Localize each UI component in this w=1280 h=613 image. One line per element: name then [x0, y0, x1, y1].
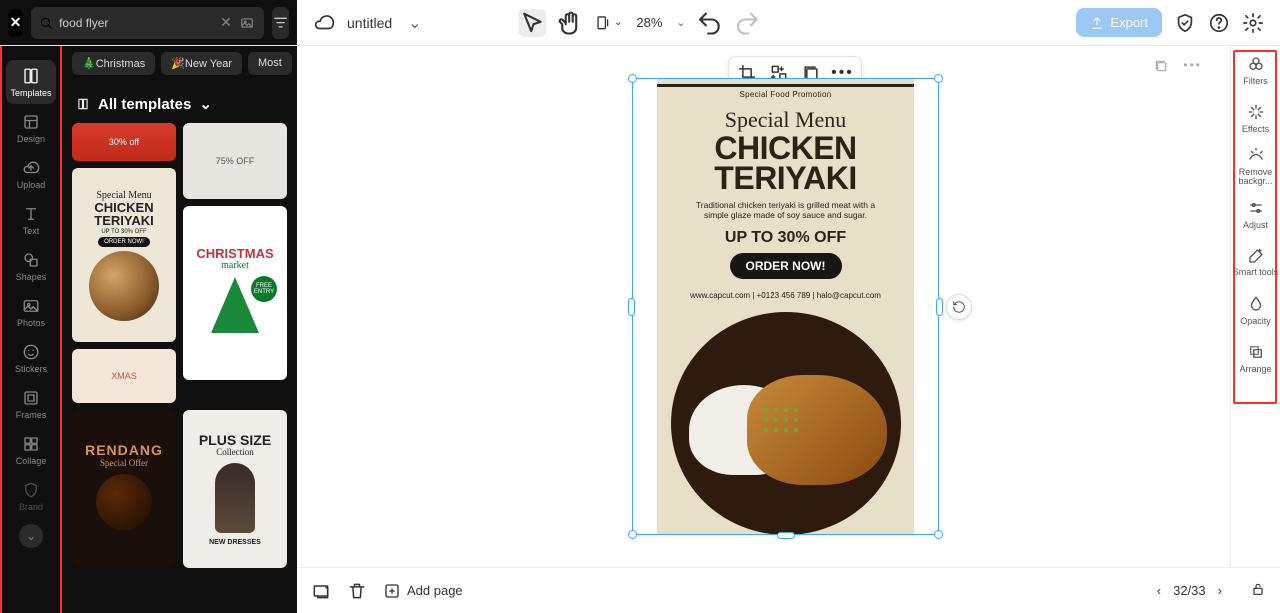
- export-icon: [1090, 16, 1104, 30]
- topbar-right: Export: [1076, 8, 1280, 37]
- rail-templates[interactable]: Templates: [6, 60, 56, 104]
- zoom-chevron-icon[interactable]: ⌄: [676, 16, 685, 29]
- cloud-icon: [313, 12, 335, 34]
- search-box[interactable]: ✕: [31, 7, 264, 39]
- rotate-button[interactable]: [946, 294, 972, 320]
- bowl-graphic: [89, 251, 159, 321]
- filter-button[interactable]: [272, 7, 289, 39]
- page-more-icon[interactable]: •••: [1183, 58, 1202, 79]
- export-button[interactable]: Export: [1076, 8, 1162, 37]
- template-card[interactable]: 30% off: [72, 123, 176, 161]
- add-page-icon: [383, 582, 401, 600]
- help-icon[interactable]: [1208, 12, 1230, 34]
- panel-title: All templates: [98, 96, 191, 113]
- rail-label: Frames: [16, 410, 47, 420]
- template-card[interactable]: 75% OFF: [183, 123, 287, 199]
- template-card[interactable]: RENDANG Special Offer: [72, 410, 176, 568]
- template-card[interactable]: Special Menu CHICKEN TERIYAKI UP TO 30% …: [72, 168, 176, 342]
- chip-row: 🎄Christmas 🎉New Year Most: [62, 46, 297, 81]
- delete-page-button[interactable]: [347, 581, 367, 601]
- rail-label: Upload: [17, 180, 46, 190]
- rail-collage[interactable]: Collage: [6, 428, 56, 472]
- rail-brand[interactable]: Brand: [6, 474, 56, 518]
- export-label: Export: [1110, 15, 1148, 30]
- bowl-graphic: [96, 474, 152, 530]
- rail-shapes[interactable]: Shapes: [6, 244, 56, 288]
- resize-tool[interactable]: ⌄: [594, 9, 622, 37]
- search-input[interactable]: [59, 16, 214, 30]
- rail-label: Shapes: [16, 272, 47, 282]
- rail-upload[interactable]: Upload: [6, 152, 56, 196]
- undo-button[interactable]: [696, 9, 724, 37]
- prev-page-button[interactable]: ‹: [1157, 583, 1161, 598]
- rail-label: Templates: [10, 88, 51, 98]
- resize-handle-bl[interactable]: [628, 530, 637, 539]
- page-nav: ‹ 32/33 ›: [1157, 581, 1266, 600]
- selection-box[interactable]: [632, 78, 939, 535]
- layers-button[interactable]: [311, 581, 331, 601]
- redo-button[interactable]: [734, 9, 762, 37]
- rail-label: Design: [17, 134, 45, 144]
- figure-graphic: [215, 463, 255, 533]
- rail-more[interactable]: ⌄: [19, 524, 43, 548]
- rail-design[interactable]: Design: [6, 106, 56, 150]
- templates-icon: [76, 97, 90, 111]
- add-page-label: Add page: [407, 583, 463, 598]
- template-card[interactable]: CHRISTMAS market FREE ENTRY: [183, 206, 287, 380]
- template-card[interactable]: PLUS SIZE Collection NEW DRESSES: [183, 410, 287, 568]
- chip-christmas[interactable]: 🎄Christmas: [72, 52, 155, 75]
- rail-label: Photos: [17, 318, 45, 328]
- rail-label: Stickers: [15, 364, 47, 374]
- rail-text[interactable]: Text: [6, 198, 56, 242]
- canvas-tools: ⌄ 28% ⌄: [518, 9, 761, 37]
- topbar-left: ✕ ✕: [0, 0, 297, 45]
- select-tool[interactable]: [518, 9, 546, 37]
- page-actions: •••: [1153, 58, 1202, 79]
- next-page-button[interactable]: ›: [1218, 583, 1222, 598]
- templates-panel: 🎄Christmas 🎉New Year Most All templates …: [62, 46, 297, 613]
- image-search-icon[interactable]: [238, 14, 256, 32]
- canvas-area[interactable]: Page 32 ••• ••• Special Food Promotion S…: [297, 46, 1230, 567]
- chip-newyear[interactable]: 🎉New Year: [161, 52, 242, 75]
- title-chevron-icon[interactable]: ⌄: [408, 13, 421, 33]
- settings-icon[interactable]: [1242, 12, 1264, 34]
- topbar: ✕ ✕ untitled ⌄ ⌄ 28% ⌄ Export: [0, 0, 1280, 46]
- lock-button[interactable]: [1250, 581, 1266, 600]
- resize-handle-tr[interactable]: [934, 74, 943, 83]
- resize-handle-tl[interactable]: [628, 74, 637, 83]
- right-rail: Filters Effects Remove backgr... Adjust …: [1230, 46, 1280, 613]
- chip-most[interactable]: Most: [248, 52, 292, 75]
- annotation-box-right: [1233, 50, 1277, 404]
- duplicate-page-icon[interactable]: [1153, 58, 1169, 79]
- rail-stickers[interactable]: Stickers: [6, 336, 56, 380]
- rail-label: Collage: [16, 456, 47, 466]
- resize-handle-r[interactable]: [936, 298, 943, 316]
- resize-handle-l[interactable]: [628, 298, 635, 316]
- hand-tool[interactable]: [556, 9, 584, 37]
- app-logo[interactable]: ✕: [8, 9, 23, 37]
- bottombar: Add page ‹ 32/33 ›: [297, 567, 1280, 613]
- template-grid: 30% off 75% OFF Special Menu CHICKEN TER…: [62, 123, 297, 568]
- template-card[interactable]: XMAS: [72, 349, 176, 403]
- search-icon: [39, 16, 53, 30]
- free-entry-badge: FREE ENTRY: [251, 276, 277, 302]
- rail-frames[interactable]: Frames: [6, 382, 56, 426]
- resize-handle-br[interactable]: [934, 530, 943, 539]
- rail-label: Text: [23, 226, 40, 236]
- panel-header[interactable]: All templates ⌄: [62, 81, 297, 123]
- zoom-level[interactable]: 28%: [632, 15, 666, 30]
- resize-handle-b[interactable]: [777, 532, 795, 539]
- clear-search-icon[interactable]: ✕: [220, 14, 232, 31]
- shield-icon[interactable]: [1174, 12, 1196, 34]
- rail-label: Brand: [19, 502, 43, 512]
- doc-title[interactable]: untitled: [347, 15, 392, 31]
- rail-photos[interactable]: Photos: [6, 290, 56, 334]
- doc-title-area: untitled ⌄: [297, 12, 438, 34]
- chevron-down-icon: ⌄: [199, 95, 212, 113]
- left-rail: Templates Design Upload Text Shapes Phot…: [0, 46, 62, 613]
- page-counter: 32/33: [1173, 583, 1206, 598]
- add-page-button[interactable]: Add page: [383, 582, 463, 600]
